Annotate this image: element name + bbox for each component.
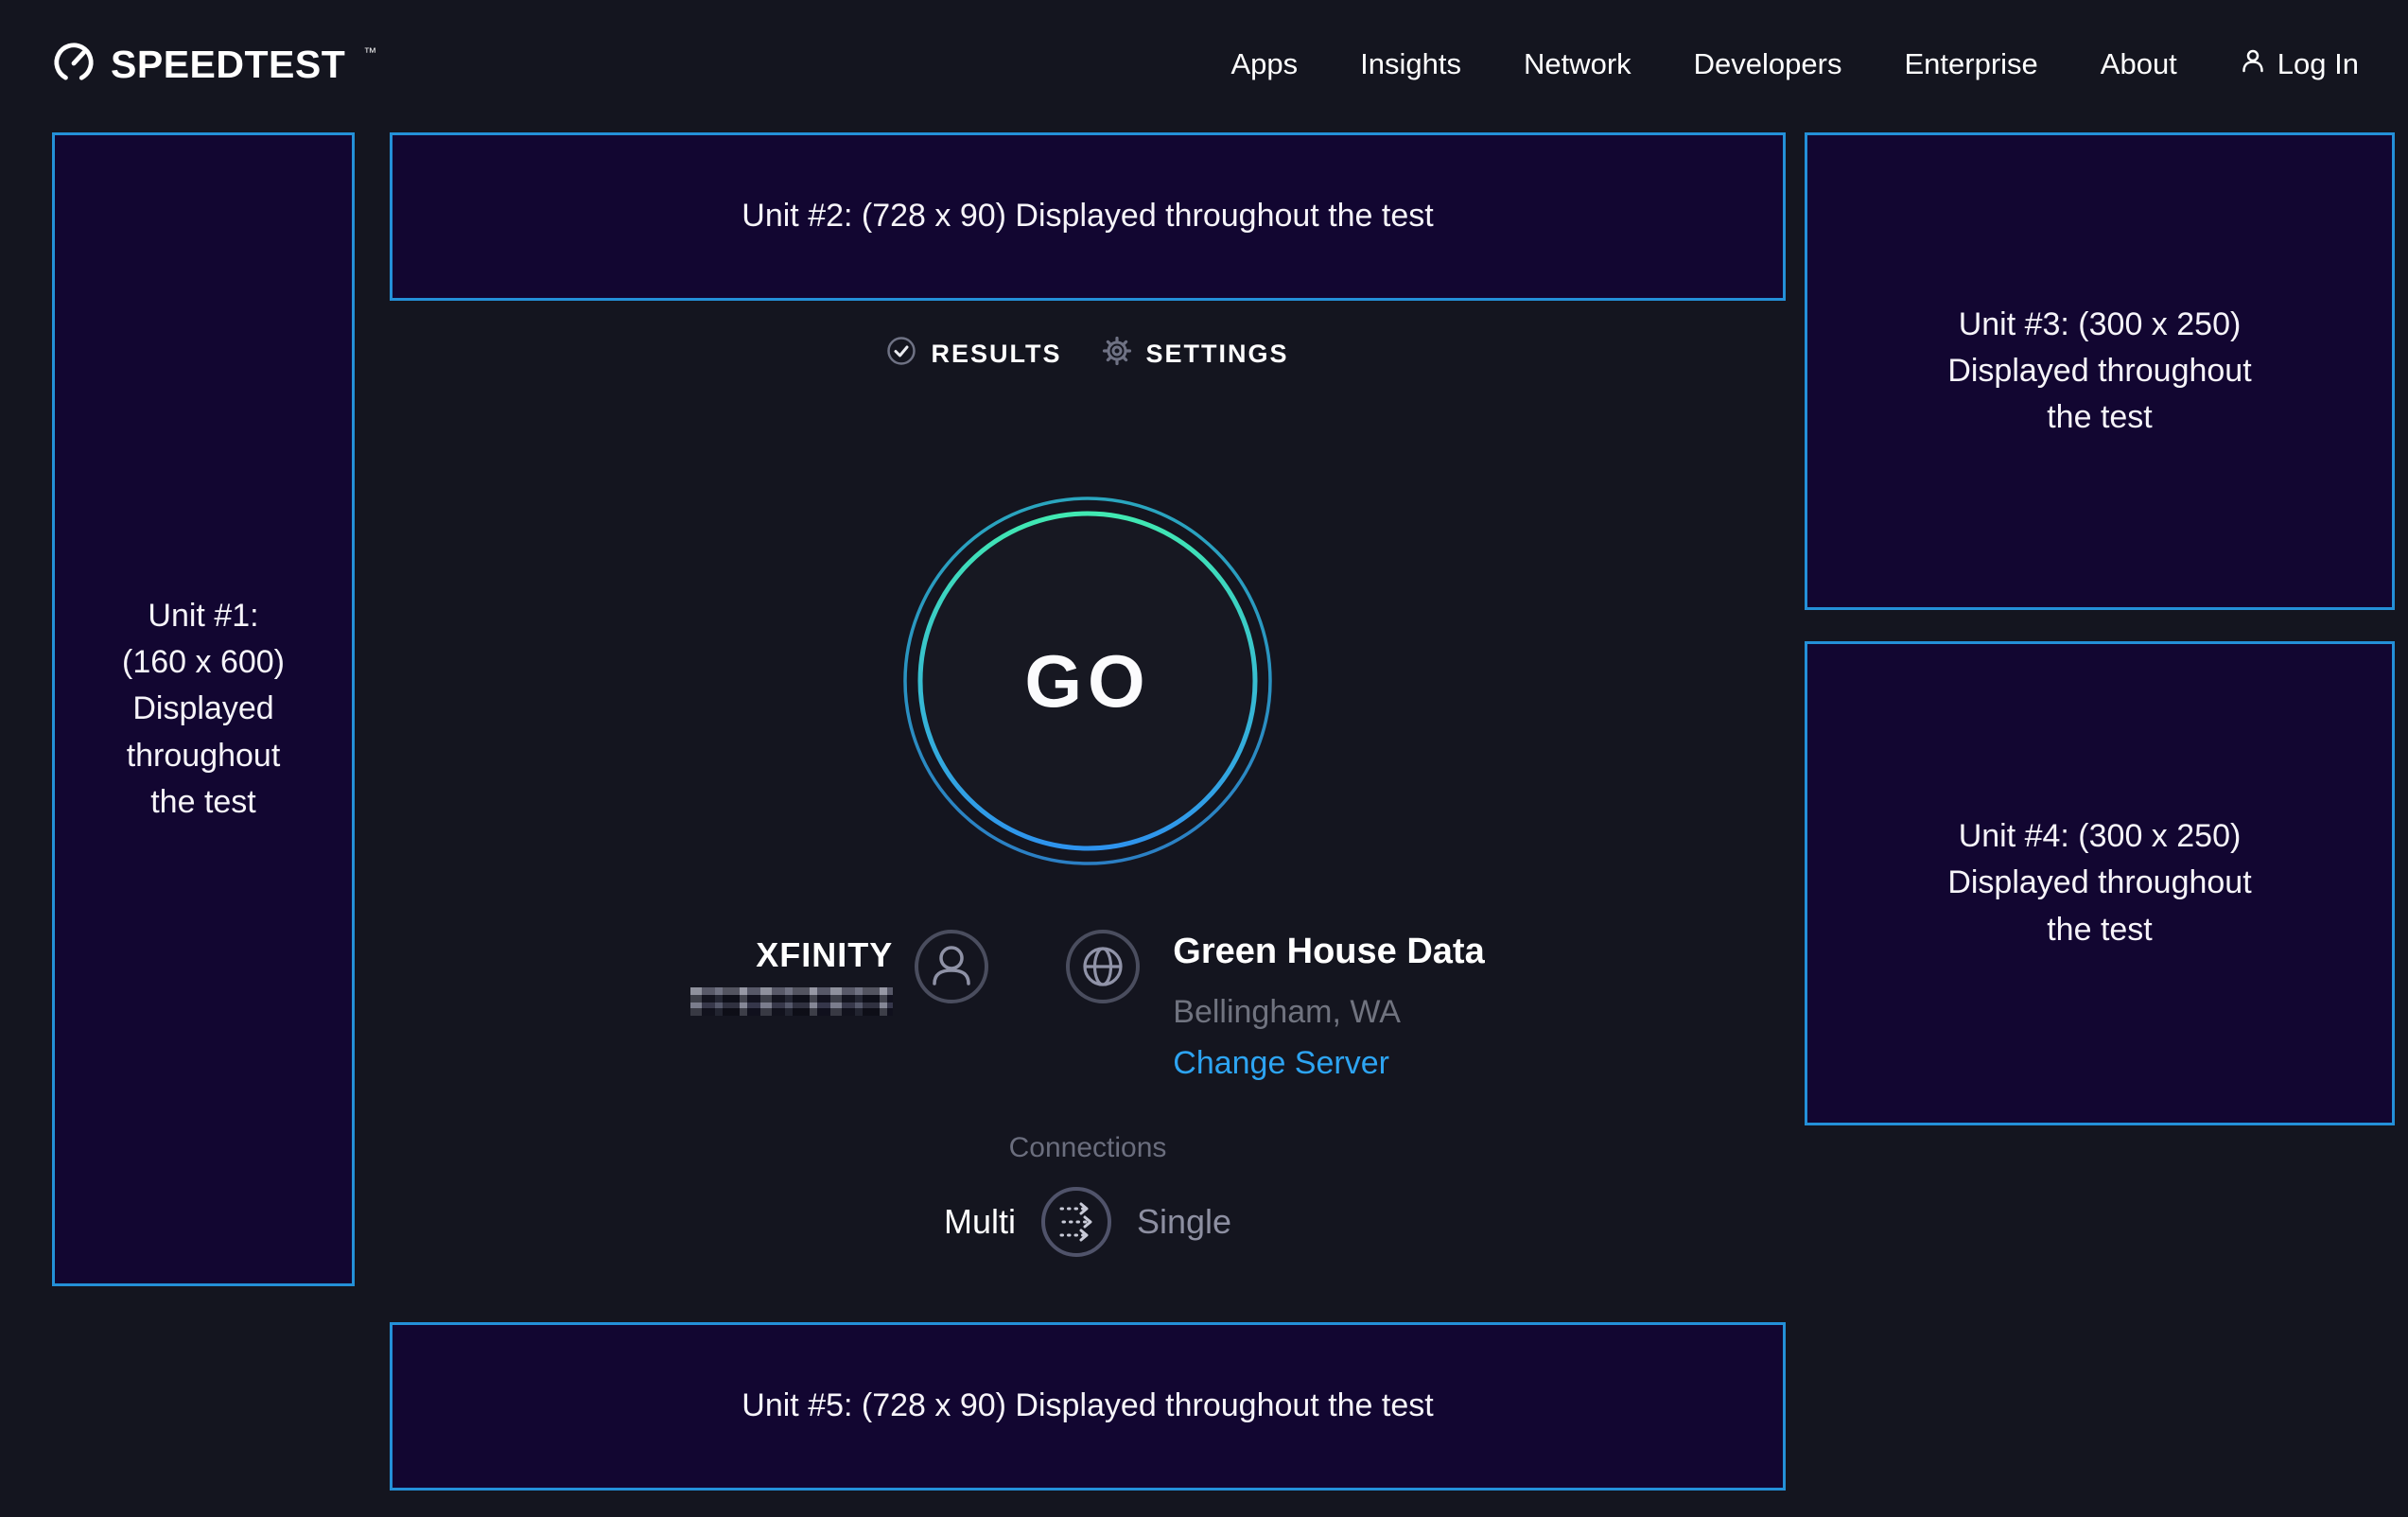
nav-item-about[interactable]: About	[2101, 47, 2177, 81]
gauge-icon	[52, 41, 96, 89]
tab-results-label: RESULTS	[931, 340, 1061, 369]
person-icon	[2240, 47, 2266, 81]
trademark-mark: ™	[363, 44, 376, 60]
connections-toggle-row: Multi Single	[390, 1186, 1786, 1258]
speedtest-page: SPEEDTEST ™ Apps Insights Network Develo…	[0, 0, 2408, 1517]
nav-item-network[interactable]: Network	[1524, 47, 1632, 81]
globe-icon	[1065, 929, 1141, 1009]
tab-settings-label: SETTINGS	[1146, 340, 1289, 369]
provider-server-row: XFINITY	[390, 929, 1786, 1082]
nav-item-developers[interactable]: Developers	[1694, 47, 1842, 81]
ad-unit-4-text: Unit #4: (300 x 250) Displayed throughou…	[1932, 813, 2268, 953]
server-location: Bellingham, WA	[1173, 993, 1484, 1031]
gear-icon	[1102, 336, 1132, 373]
server-section: Green House Data Bellingham, WA Change S…	[1065, 929, 1484, 1082]
server-name: Green House Data	[1173, 929, 1484, 974]
connections-section: Connections Multi Single	[390, 1131, 1786, 1258]
check-circle-icon	[886, 336, 916, 373]
connections-single-label[interactable]: Single	[1137, 1202, 1231, 1242]
go-button[interactable]: GO	[899, 492, 1277, 870]
tab-results[interactable]: RESULTS	[886, 336, 1061, 373]
nav-item-apps[interactable]: Apps	[1230, 47, 1298, 81]
tab-settings[interactable]: SETTINGS	[1102, 336, 1289, 373]
login-label: Log In	[2277, 47, 2359, 81]
speedtest-logo[interactable]: SPEEDTEST ™	[52, 41, 376, 89]
provider-texts: XFINITY	[690, 929, 893, 1016]
ad-unit-2-text: Unit #2: (728 x 90) Displayed throughout…	[742, 193, 1433, 239]
nav-item-enterprise[interactable]: Enterprise	[1904, 47, 2037, 81]
ad-unit-5[interactable]: Unit #5: (728 x 90) Displayed throughout…	[390, 1322, 1786, 1491]
ad-unit-4[interactable]: Unit #4: (300 x 250) Displayed throughou…	[1805, 641, 2395, 1125]
brand-name: SPEEDTEST	[111, 43, 345, 87]
go-label: GO	[899, 492, 1277, 870]
multi-connection-arrows-icon[interactable]	[1040, 1186, 1112, 1258]
ad-unit-1-text: Unit #1: (160 x 600) Displayed throughou…	[113, 593, 293, 826]
tabs-row: RESULTS	[390, 336, 1786, 373]
login-button[interactable]: Log In	[2240, 47, 2359, 81]
ad-unit-2[interactable]: Unit #2: (728 x 90) Displayed throughout…	[390, 132, 1786, 301]
server-texts: Green House Data Bellingham, WA Change S…	[1173, 929, 1484, 1082]
provider-ip-redacted	[690, 987, 893, 1016]
nav-menu: Apps Insights Network Developers Enterpr…	[1230, 47, 2359, 81]
user-circle-icon	[914, 929, 989, 1009]
ad-unit-1[interactable]: Unit #1: (160 x 600) Displayed throughou…	[52, 132, 355, 1286]
nav-item-insights[interactable]: Insights	[1360, 47, 1461, 81]
change-server-link[interactable]: Change Server	[1173, 1044, 1484, 1082]
ad-unit-3[interactable]: Unit #3: (300 x 250) Displayed throughou…	[1805, 132, 2395, 610]
connections-multi-label[interactable]: Multi	[944, 1202, 1016, 1242]
provider-section: XFINITY	[690, 929, 989, 1016]
provider-name: XFINITY	[756, 938, 893, 972]
ad-unit-5-text: Unit #5: (728 x 90) Displayed throughout…	[742, 1383, 1433, 1429]
ad-unit-3-text: Unit #3: (300 x 250) Displayed throughou…	[1932, 302, 2268, 442]
top-nav: SPEEDTEST ™ Apps Insights Network Develo…	[0, 0, 2408, 129]
connections-label: Connections	[390, 1131, 1786, 1165]
